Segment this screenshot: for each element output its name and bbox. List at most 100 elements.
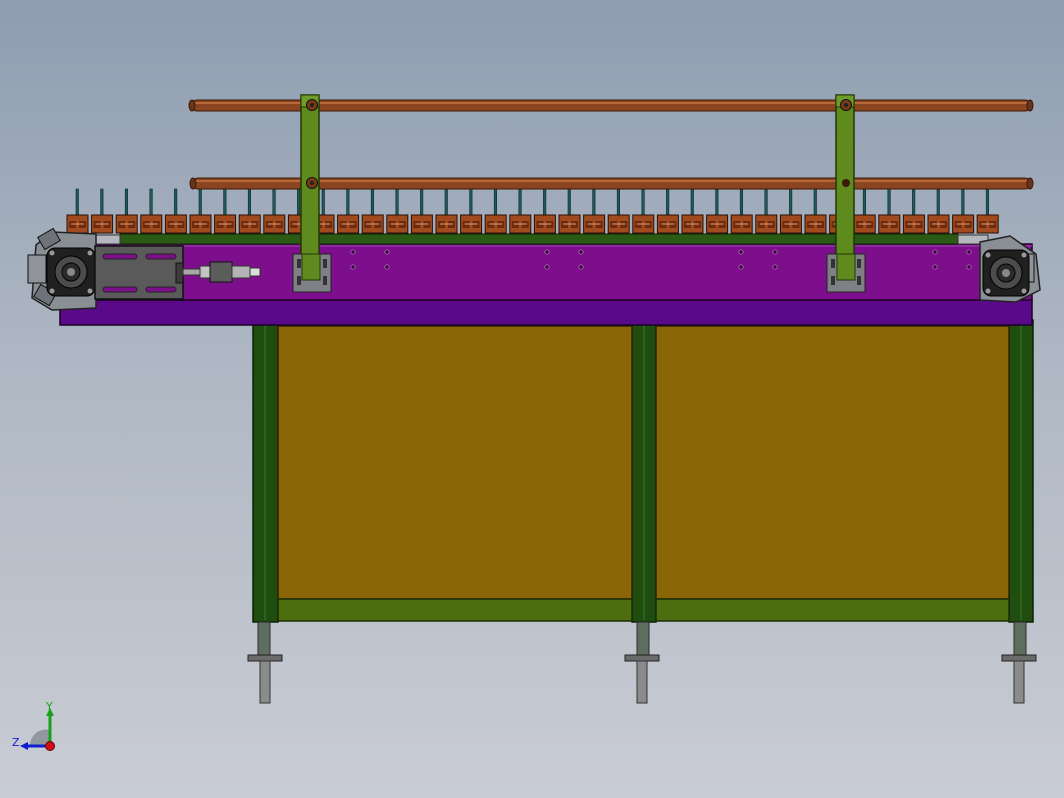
chain-link [533,214,556,234]
bolt-hole [772,249,778,255]
panel-right [655,325,1010,600]
chain-pin [616,188,621,217]
z-axis-label: Z [12,736,20,749]
chain-pin [887,188,891,217]
foot-right [1001,621,1037,704]
chain-link [410,214,433,234]
bolt-hole [544,264,550,270]
chain-pin [813,188,817,217]
bolt-hole [384,264,390,270]
chain-link [853,214,876,234]
chain-pin [912,188,916,217]
bolt-hole [738,264,744,270]
chain-link [435,214,458,234]
chain-pin [444,188,448,217]
rail-post-right [826,94,866,293]
chain-link [583,214,606,234]
chain-pin [641,188,645,217]
cad-viewport[interactable]: Y Z [0,0,1064,798]
chain-link [509,214,532,234]
chain-pin [346,188,350,217]
chain-link [902,214,925,234]
chain-link [681,214,704,234]
chain-pin [764,188,768,217]
chain-pin [321,188,325,217]
bolt-hole [966,249,972,255]
chain-link [558,214,581,234]
chain-pin [715,188,719,217]
chain-link [214,214,237,234]
chain-pin [961,188,965,217]
chain-pin [149,188,153,217]
chain-pin [936,188,940,217]
chain-link [927,214,950,234]
chain-pin [223,188,227,217]
foot-middle [624,621,660,704]
chain-pin [666,188,670,217]
chain-link [91,214,114,234]
chain-pin [297,188,301,217]
chain-link [263,214,286,234]
bolt-hole [966,264,972,270]
bolt-hole [932,249,938,255]
chain-link [189,214,212,234]
chain-guide-rail [119,233,959,245]
conveyor-chain [66,214,999,234]
panel-left [277,325,633,600]
chain-pin [739,188,744,217]
chain-link [361,214,384,234]
chain-link [337,214,360,234]
chain-link [484,214,507,234]
y-axis-label: Y [45,700,53,713]
chain-pin [100,188,104,217]
chain-pin [247,188,251,217]
chain-link [607,214,630,234]
chain-link [804,214,827,234]
chain-pin [985,188,990,217]
chain-link [730,214,753,234]
chain-link [386,214,409,234]
chain-link [976,214,999,234]
bolt-hole [578,264,584,270]
leveling-feet [247,621,1037,704]
bolt-hole [932,264,938,270]
chain-pin [272,188,276,217]
chain-pin [518,188,522,217]
orientation-triad: Y Z [12,700,55,751]
chain-link [238,214,261,234]
chain-pin [370,188,375,217]
bolt-hole [578,249,584,255]
chain-pin [75,188,79,217]
chain-pin [690,188,694,217]
chain-link [952,214,975,234]
bolt-hole [544,249,550,255]
chain-link [66,214,89,234]
chain-pin [198,188,202,217]
chain-pin [469,188,473,217]
chain-pin [124,188,128,217]
bolt-hole [738,249,744,255]
chain-pin [592,188,596,217]
chain-pin [789,188,793,217]
chain-link [164,214,187,234]
chain-pin [420,188,424,217]
chain-link [632,214,655,234]
chain-pin [493,188,498,217]
chain-link [140,214,163,234]
foot-left [247,621,283,704]
bolt-hole [772,264,778,270]
chain-link [460,214,483,234]
chain-pin [543,188,547,217]
base-beam [59,299,1033,326]
chain-pin [567,188,571,217]
bolt-hole [384,249,390,255]
chain-link [779,214,802,234]
conveyor-assembly-drawing [27,94,1041,704]
chain-pin [395,188,399,217]
chain-link [755,214,778,234]
chain-pin [862,188,867,217]
chain-link [115,214,138,234]
bolt-hole [350,264,356,270]
chain-link [656,214,679,234]
chain-link [878,214,901,234]
